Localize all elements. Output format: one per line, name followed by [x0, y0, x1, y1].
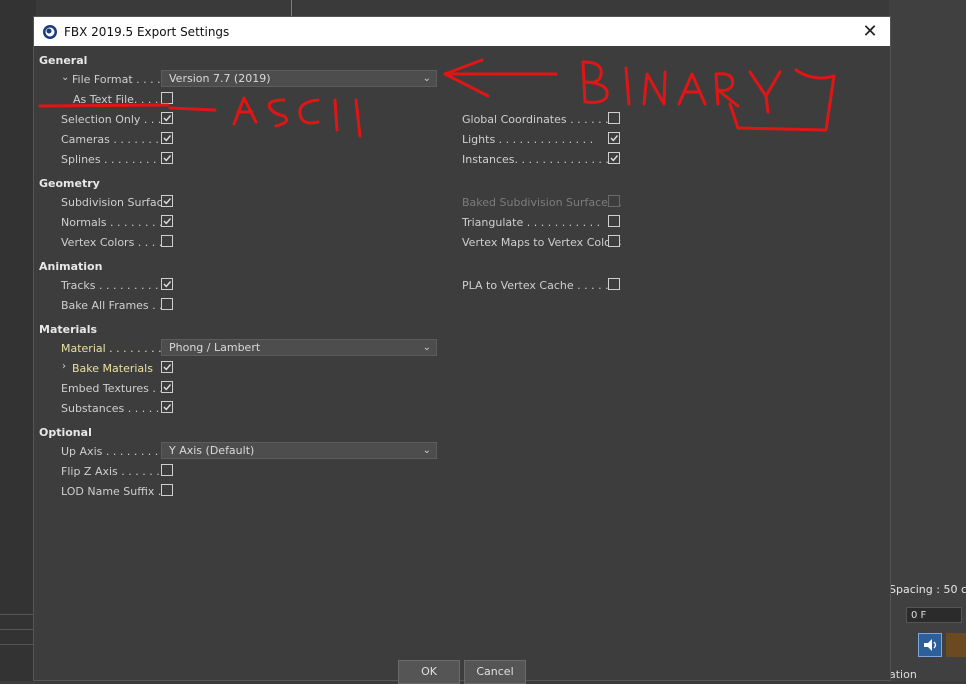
left-toolbar-lines [0, 600, 36, 660]
splines-label: Splines . . . . . . . . . [61, 153, 164, 166]
section-geometry: Geometry [39, 177, 100, 190]
substances-checkbox[interactable] [161, 401, 173, 413]
dialog-titlebar: FBX 2019.5 Export Settings ✕ [34, 17, 890, 46]
as-text-file-label: As Text File. . . . [73, 93, 159, 106]
frame-field[interactable]: 0 F [906, 607, 962, 623]
flip-z-axis-checkbox[interactable] [161, 464, 173, 476]
flip-z-axis-label: Flip Z Axis . . . . . . [61, 465, 160, 478]
left-panel [0, 0, 36, 681]
up-axis-dropdown[interactable]: Y Axis (Default) ⌄ [161, 442, 437, 459]
viewport-axis-line [291, 0, 292, 16]
instances-checkbox[interactable] [608, 152, 620, 164]
lights-label: Lights . . . . . . . . . . . . . . [462, 133, 594, 146]
grid-spacing-label: Spacing : 50 cm [889, 583, 966, 596]
bake-all-frames-checkbox[interactable] [161, 298, 173, 310]
vertex-maps-checkbox[interactable] [608, 235, 620, 247]
file-format-label: File Format . . . . [72, 73, 161, 86]
tracks-label: Tracks . . . . . . . . . . [61, 279, 166, 292]
cameras-label: Cameras . . . . . . . . [61, 133, 166, 146]
chevron-down-icon: ⌄ [422, 342, 431, 353]
cameras-checkbox[interactable] [161, 132, 173, 144]
speaker-icon [924, 639, 937, 651]
file-format-value: Version 7.7 (2019) [169, 72, 271, 85]
subdivision-surface-label: Subdivision Surface [61, 196, 170, 209]
sound-button[interactable] [918, 633, 942, 657]
chevron-down-icon[interactable]: ⌄ [61, 72, 69, 83]
selection-only-checkbox[interactable] [161, 112, 173, 124]
cancel-button[interactable]: Cancel [464, 660, 526, 684]
cinema4d-logo-icon [43, 24, 57, 39]
baked-subdivision-checkbox [608, 195, 620, 207]
lights-checkbox[interactable] [608, 132, 620, 144]
up-axis-label: Up Axis . . . . . . . . . [61, 445, 166, 458]
right-panel [889, 0, 966, 681]
tracks-checkbox[interactable] [161, 278, 173, 290]
embed-textures-label: Embed Textures . . [61, 382, 163, 395]
pla-vertex-cache-label: PLA to Vertex Cache . . . . . . [462, 279, 616, 292]
chevron-down-icon: ⌄ [422, 73, 431, 84]
section-optional: Optional [39, 426, 92, 439]
triangulate-checkbox[interactable] [608, 215, 620, 227]
pla-vertex-cache-checkbox[interactable] [608, 278, 620, 290]
up-axis-value: Y Axis (Default) [169, 444, 255, 457]
selection-only-label: Selection Only . . . [61, 113, 162, 126]
normals-label: Normals . . . . . . . . [61, 216, 163, 229]
vertex-maps-label: Vertex Maps to Vertex Colors [462, 236, 622, 249]
global-coordinates-label: Global Coordinates . . . . . . . [462, 113, 616, 126]
bake-materials-checkbox[interactable] [161, 361, 173, 373]
global-coordinates-checkbox[interactable] [608, 112, 620, 124]
bake-all-frames-label: Bake All Frames . . [61, 299, 163, 312]
vertex-colors-label: Vertex Colors . . . . [61, 236, 163, 249]
subdivision-surface-checkbox[interactable] [161, 195, 173, 207]
material-dropdown[interactable]: Phong / Lambert ⌄ [161, 339, 437, 356]
material-label: Material . . . . . . . . [61, 342, 162, 355]
lod-name-suffix-label: LOD Name Suffix . [61, 485, 162, 498]
section-general: General [39, 54, 88, 67]
section-animation: Animation [39, 260, 103, 273]
baked-subdivision-label: Baked Subdivision Surface . . [462, 196, 622, 209]
dialog-title: FBX 2019.5 Export Settings [64, 24, 230, 39]
as-text-file-checkbox[interactable] [161, 92, 173, 104]
chevron-down-icon: ⌄ [422, 445, 431, 456]
vertex-colors-checkbox[interactable] [161, 235, 173, 247]
material-value: Phong / Lambert [169, 341, 261, 354]
instances-label: Instances. . . . . . . . . . . . . . [462, 153, 609, 166]
close-icon[interactable]: ✕ [850, 21, 890, 42]
splines-checkbox[interactable] [161, 152, 173, 164]
substances-label: Substances . . . . . [61, 402, 160, 415]
export-settings-dialog: FBX 2019.5 Export Settings ✕ General ⌄ F… [33, 16, 891, 684]
file-format-dropdown[interactable]: Version 7.7 (2019) ⌄ [161, 70, 437, 87]
chevron-right-icon[interactable]: › [62, 361, 66, 372]
normals-checkbox[interactable] [161, 215, 173, 227]
lod-name-suffix-checkbox[interactable] [161, 484, 173, 496]
embed-textures-checkbox[interactable] [161, 381, 173, 393]
panel-footer-text: ation [889, 668, 917, 681]
ok-button[interactable]: OK [398, 660, 460, 684]
section-materials: Materials [39, 323, 98, 336]
triangulate-label: Triangulate . . . . . . . . . . . [462, 216, 601, 229]
bake-materials-label: Bake Materials [72, 362, 153, 375]
film-button[interactable] [946, 633, 966, 657]
